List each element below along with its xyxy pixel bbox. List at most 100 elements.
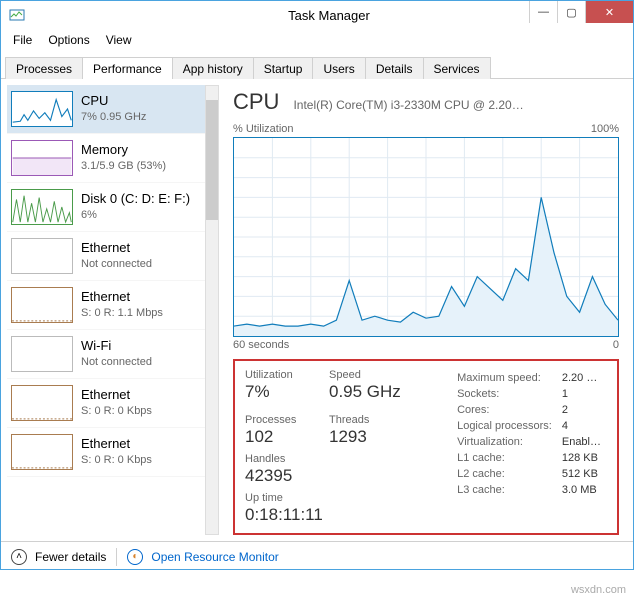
processes-label: Processes	[245, 414, 311, 426]
l2-value: 512 KB	[558, 467, 605, 481]
sidebar-item-disk[interactable]: Disk 0 (C: D: E: F:) 6%	[7, 183, 219, 232]
sidebar-cpu-sub: 7% 0.95 GHz	[81, 110, 146, 124]
tab-details[interactable]: Details	[365, 57, 424, 79]
l1-value: 128 KB	[558, 451, 605, 465]
app-icon	[9, 7, 25, 23]
l1-label: L1 cache:	[453, 451, 556, 465]
content-area: CPU 7% 0.95 GHz Memory 3.1/5.9 GB (53%)	[1, 79, 633, 541]
sidebar-eth1-title: Ethernet	[81, 289, 163, 306]
chart-bottom-labels: 60 seconds 0	[233, 339, 619, 351]
menu-options[interactable]: Options	[40, 31, 97, 49]
maxspeed-label: Maximum speed:	[453, 371, 556, 385]
menu-bar: File Options View	[1, 29, 633, 51]
fewer-details-button[interactable]: Fewer details	[35, 550, 106, 564]
memory-thumb-icon	[11, 140, 73, 176]
close-button[interactable]: ✕	[585, 1, 633, 23]
sidebar-eth3-title: Ethernet	[81, 436, 152, 453]
sidebar-eth0-title: Ethernet	[81, 240, 152, 257]
sockets-label: Sockets:	[453, 387, 556, 401]
main-panel: CPU Intel(R) Core(TM) i3-2330M CPU @ 2.2…	[219, 79, 633, 541]
handles-value: 42395	[245, 466, 311, 486]
tab-users[interactable]: Users	[312, 57, 365, 79]
stats-left: Utilization 7% Speed 0.95 GHz Processes …	[245, 369, 431, 525]
sidebar-disk-sub: 6%	[81, 208, 190, 222]
ethernet-thumb-icon	[11, 287, 73, 323]
uptime-value: 0:18:11:11	[245, 505, 431, 525]
logical-value: 4	[558, 419, 605, 433]
handles-label: Handles	[245, 453, 311, 465]
sidebar-eth2-title: Ethernet	[81, 387, 152, 404]
chart-top-labels: % Utilization 100%	[233, 123, 619, 135]
cores-value: 2	[558, 403, 605, 417]
tab-app-history[interactable]: App history	[172, 57, 254, 79]
utilization-label: Utilization	[245, 369, 311, 381]
chart-ymax: 100%	[591, 123, 619, 135]
ethernet-thumb-icon	[11, 434, 73, 470]
sidebar-item-memory[interactable]: Memory 3.1/5.9 GB (53%)	[7, 134, 219, 183]
sidebar-cpu-title: CPU	[81, 93, 146, 110]
sidebar-eth1-sub: S: 0 R: 1.1 Mbps	[81, 306, 163, 320]
l2-label: L2 cache:	[453, 467, 556, 481]
ethernet-thumb-icon	[11, 238, 73, 274]
sidebar-scrollbar[interactable]	[205, 85, 219, 535]
cores-label: Cores:	[453, 403, 556, 417]
sidebar-eth0-sub: Not connected	[81, 257, 152, 271]
sidebar-item-ethernet-1[interactable]: Ethernet S: 0 R: 1.1 Mbps	[7, 281, 219, 330]
footer: ˄ Fewer details ◐ Open Resource Monitor	[1, 541, 633, 571]
sidebar-wifi-title: Wi-Fi	[81, 338, 152, 355]
chart-xmax: 0	[613, 339, 619, 351]
tab-performance[interactable]: Performance	[82, 57, 173, 79]
main-header: CPU Intel(R) Core(TM) i3-2330M CPU @ 2.2…	[233, 89, 619, 115]
chart-ylabel: % Utilization	[233, 123, 294, 135]
speed-value: 0.95 GHz	[329, 382, 419, 402]
sidebar-memory-title: Memory	[81, 142, 166, 159]
window-buttons: — ▢ ✕	[529, 1, 633, 23]
tab-processes[interactable]: Processes	[5, 57, 83, 79]
cpu-model: Intel(R) Core(TM) i3-2330M CPU @ 2.20…	[293, 98, 619, 112]
tab-startup[interactable]: Startup	[253, 57, 314, 79]
processes-value: 102	[245, 427, 311, 447]
uptime-label: Up time	[245, 492, 431, 504]
stats-right: Maximum speed:2.20 … Sockets:1 Cores:2 L…	[451, 369, 607, 525]
sidebar-wifi-sub: Not connected	[81, 355, 152, 369]
chevron-up-icon[interactable]: ˄	[11, 549, 27, 565]
sidebar-item-ethernet-2[interactable]: Ethernet S: 0 R: 0 Kbps	[7, 379, 219, 428]
virt-label: Virtualization:	[453, 435, 556, 449]
threads-label: Threads	[329, 414, 395, 426]
sidebar-item-ethernet-3[interactable]: Ethernet S: 0 R: 0 Kbps	[7, 428, 219, 477]
chart-xmin: 60 seconds	[233, 339, 289, 351]
menu-file[interactable]: File	[5, 31, 40, 49]
watermark: wsxdn.com	[571, 584, 626, 596]
open-resource-monitor-link[interactable]: Open Resource Monitor	[151, 550, 278, 564]
task-manager-window: Task Manager — ▢ ✕ File Options View Pro…	[0, 0, 634, 570]
minimize-button[interactable]: —	[529, 1, 557, 23]
divider	[116, 548, 117, 566]
cpu-thumb-icon	[11, 91, 73, 127]
sidebar-item-wifi[interactable]: Wi-Fi Not connected	[7, 330, 219, 379]
maximize-button[interactable]: ▢	[557, 1, 585, 23]
menu-view[interactable]: View	[98, 31, 140, 49]
sockets-value: 1	[558, 387, 605, 401]
resource-sidebar: CPU 7% 0.95 GHz Memory 3.1/5.9 GB (53%)	[1, 79, 219, 541]
utilization-chart	[233, 137, 619, 337]
sidebar-memory-sub: 3.1/5.9 GB (53%)	[81, 159, 166, 173]
resource-monitor-icon[interactable]: ◐	[127, 549, 143, 565]
page-title: CPU	[233, 89, 279, 115]
titlebar: Task Manager — ▢ ✕	[1, 1, 633, 29]
tab-bar: Processes Performance App history Startu…	[1, 53, 633, 79]
l3-label: L3 cache:	[453, 483, 556, 497]
utilization-value: 7%	[245, 382, 311, 402]
virt-value: Enabl…	[558, 435, 605, 449]
disk-thumb-icon	[11, 189, 73, 225]
sidebar-item-ethernet-0[interactable]: Ethernet Not connected	[7, 232, 219, 281]
threads-value: 1293	[329, 427, 395, 447]
stats-box: Utilization 7% Speed 0.95 GHz Processes …	[233, 359, 619, 535]
maxspeed-value: 2.20 …	[558, 371, 605, 385]
sidebar-eth2-sub: S: 0 R: 0 Kbps	[81, 404, 152, 418]
tab-services[interactable]: Services	[423, 57, 491, 79]
sidebar-eth3-sub: S: 0 R: 0 Kbps	[81, 453, 152, 467]
sidebar-item-cpu[interactable]: CPU 7% 0.95 GHz	[7, 85, 219, 134]
ethernet-thumb-icon	[11, 385, 73, 421]
speed-label: Speed	[329, 369, 419, 381]
wifi-thumb-icon	[11, 336, 73, 372]
